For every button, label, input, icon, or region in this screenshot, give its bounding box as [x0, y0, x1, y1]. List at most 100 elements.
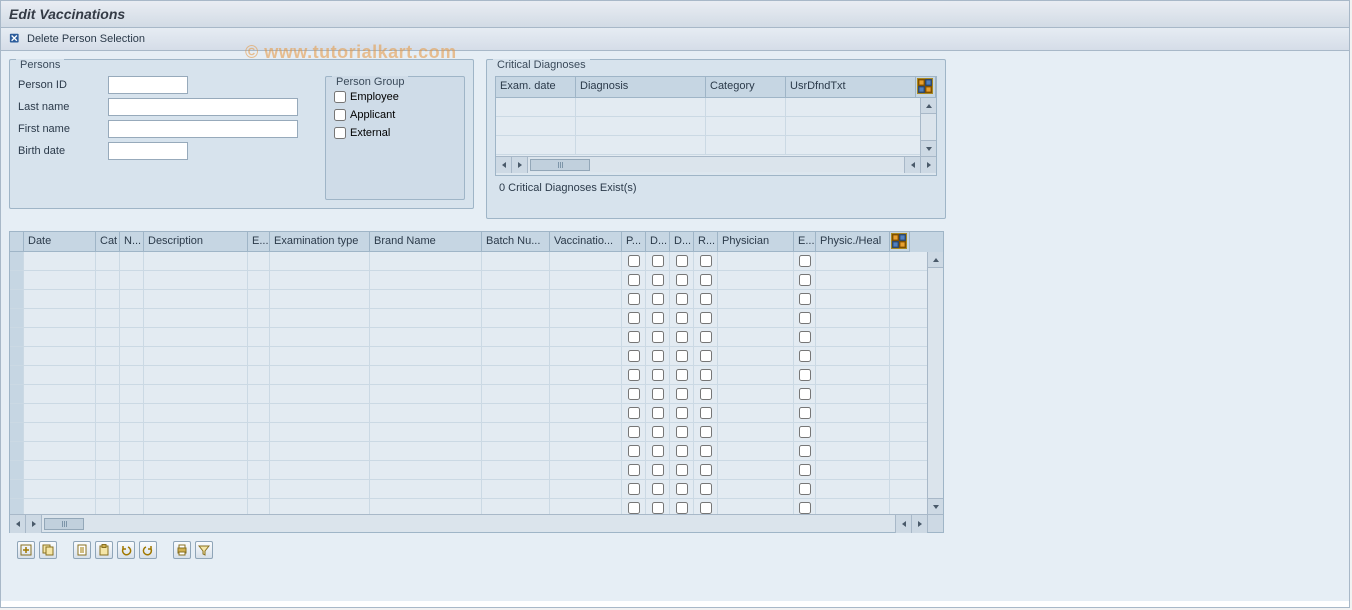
table-cell[interactable] — [670, 271, 694, 289]
table-cell[interactable] — [670, 366, 694, 384]
table-checkbox[interactable] — [700, 483, 712, 495]
table-cell[interactable] — [144, 442, 248, 460]
table-cell[interactable] — [718, 347, 794, 365]
scroll-right-step-icon[interactable] — [26, 515, 42, 533]
table-cell[interactable] — [120, 366, 144, 384]
table-cell[interactable] — [270, 423, 370, 441]
table-cell[interactable] — [646, 385, 670, 403]
table-cell[interactable] — [248, 271, 270, 289]
scroll-down-arrow-icon[interactable] — [921, 140, 936, 156]
table-cell[interactable] — [550, 366, 622, 384]
table-row[interactable] — [10, 271, 943, 290]
table-cell[interactable] — [670, 404, 694, 422]
table-cell[interactable] — [370, 385, 482, 403]
table-cell[interactable] — [482, 271, 550, 289]
row-selector[interactable] — [10, 404, 24, 422]
table-checkbox[interactable] — [652, 369, 664, 381]
table-cell[interactable] — [120, 404, 144, 422]
table-cell[interactable] — [144, 423, 248, 441]
vacc-col-header[interactable]: Date — [24, 232, 96, 252]
table-cell[interactable] — [270, 461, 370, 479]
table-cell[interactable] — [550, 385, 622, 403]
table-cell[interactable] — [248, 385, 270, 403]
table-cell[interactable] — [622, 347, 646, 365]
undo-button[interactable] — [117, 541, 135, 559]
table-cell[interactable] — [816, 290, 890, 308]
table-cell[interactable] — [120, 480, 144, 498]
table-checkbox[interactable] — [799, 502, 811, 514]
table-cell[interactable] — [482, 328, 550, 346]
table-checkbox[interactable] — [628, 483, 640, 495]
table-cell[interactable] — [24, 461, 96, 479]
table-cell[interactable] — [816, 328, 890, 346]
table-row[interactable] — [10, 347, 943, 366]
table-cell[interactable] — [270, 385, 370, 403]
table-cell[interactable] — [694, 442, 718, 460]
table-cell[interactable] — [24, 423, 96, 441]
table-checkbox[interactable] — [652, 407, 664, 419]
table-cell[interactable] — [96, 290, 120, 308]
table-checkbox[interactable] — [628, 255, 640, 267]
table-checkbox[interactable] — [676, 331, 688, 343]
table-cell[interactable] — [550, 290, 622, 308]
table-row[interactable] — [10, 309, 943, 328]
table-checkbox[interactable] — [700, 407, 712, 419]
vacc-col-header[interactable]: Physician — [718, 232, 794, 252]
table-cell[interactable] — [248, 328, 270, 346]
table-cell[interactable] — [622, 309, 646, 327]
table-cell[interactable] — [794, 366, 816, 384]
table-checkbox[interactable] — [652, 350, 664, 362]
table-cell[interactable] — [370, 404, 482, 422]
diag-col-diagnosis[interactable]: Diagnosis — [576, 77, 706, 97]
table-row[interactable] — [10, 385, 943, 404]
table-cell[interactable] — [482, 461, 550, 479]
table-cell[interactable] — [622, 328, 646, 346]
table-checkbox[interactable] — [652, 502, 664, 514]
table-cell[interactable] — [248, 461, 270, 479]
scroll-up-arrow-icon[interactable] — [928, 252, 943, 268]
table-checkbox[interactable] — [799, 445, 811, 457]
table-cell[interactable] — [718, 423, 794, 441]
table-cell[interactable] — [622, 271, 646, 289]
table-cell[interactable] — [270, 290, 370, 308]
table-cell[interactable] — [670, 347, 694, 365]
table-cell[interactable] — [24, 252, 96, 270]
table-checkbox[interactable] — [676, 483, 688, 495]
table-cell[interactable] — [646, 347, 670, 365]
table-cell[interactable] — [794, 328, 816, 346]
table-checkbox[interactable] — [799, 483, 811, 495]
scroll-right-arrow-icon[interactable] — [911, 515, 927, 533]
table-cell[interactable] — [96, 309, 120, 327]
table-checkbox[interactable] — [799, 312, 811, 324]
applicant-checkbox[interactable] — [334, 109, 346, 121]
table-cell[interactable] — [816, 404, 890, 422]
table-cell[interactable] — [120, 461, 144, 479]
vacc-col-header[interactable]: R... — [694, 232, 718, 252]
table-cell[interactable] — [646, 461, 670, 479]
table-checkbox[interactable] — [799, 350, 811, 362]
row-selector[interactable] — [10, 290, 24, 308]
table-cell[interactable] — [482, 366, 550, 384]
table-cell[interactable] — [482, 385, 550, 403]
table-cell[interactable] — [96, 442, 120, 460]
table-cell[interactable] — [482, 290, 550, 308]
table-cell[interactable] — [694, 290, 718, 308]
diag-col-examdate[interactable]: Exam. date — [496, 77, 576, 97]
table-checkbox[interactable] — [676, 502, 688, 514]
scroll-left-step-icon[interactable] — [904, 157, 920, 173]
vacc-col-header[interactable]: E... — [794, 232, 816, 252]
row-selector[interactable] — [10, 423, 24, 441]
table-cell[interactable] — [694, 271, 718, 289]
table-checkbox[interactable] — [700, 312, 712, 324]
table-cell[interactable] — [96, 328, 120, 346]
table-cell[interactable] — [694, 347, 718, 365]
vacc-col-header[interactable]: D... — [646, 232, 670, 252]
table-cell[interactable] — [248, 442, 270, 460]
table-cell[interactable] — [270, 309, 370, 327]
table-checkbox[interactable] — [676, 388, 688, 400]
table-cell[interactable] — [622, 385, 646, 403]
vacc-col-header[interactable]: Description — [144, 232, 248, 252]
table-checkbox[interactable] — [799, 464, 811, 476]
table-cell[interactable] — [248, 404, 270, 422]
table-cell[interactable] — [794, 309, 816, 327]
